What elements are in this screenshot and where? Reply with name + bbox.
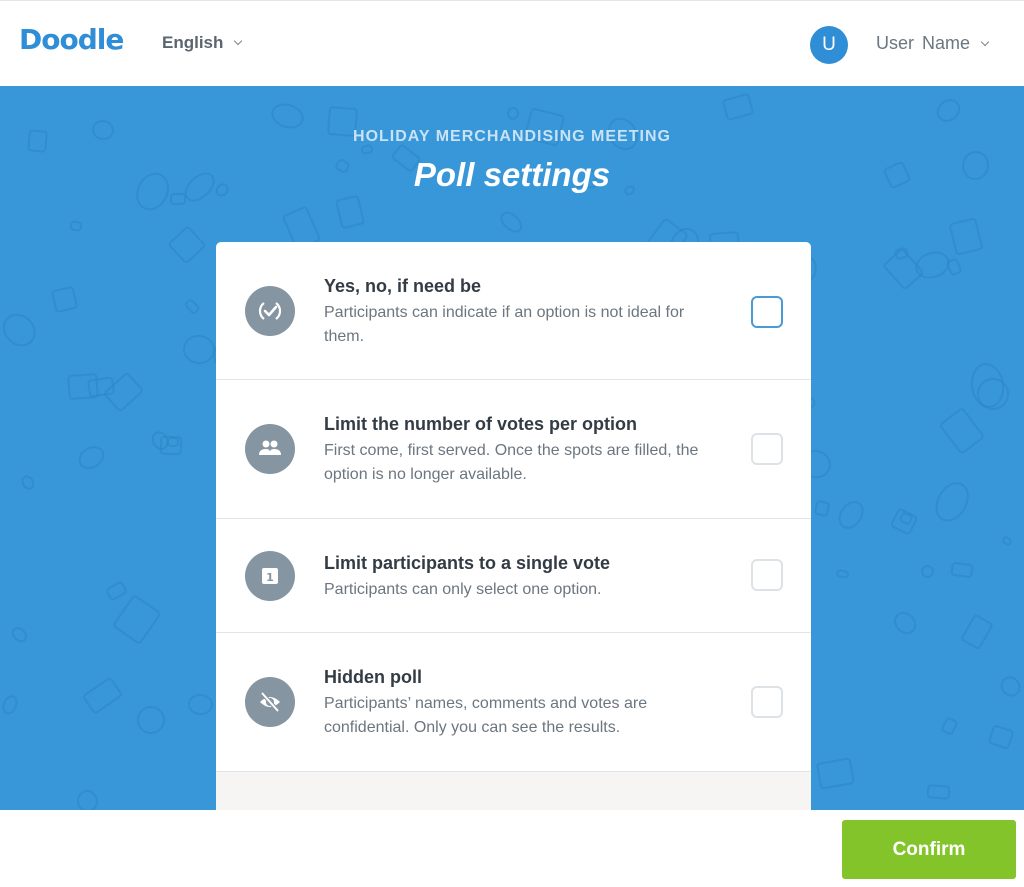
- setting-row-single-vote[interactable]: 1 Limit participants to a single vote Pa…: [216, 519, 811, 633]
- poll-name: HOLIDAY MERCHANDISING MEETING: [353, 128, 671, 145]
- user-menu[interactable]: User Name: [876, 33, 990, 54]
- doodle-shape: [940, 715, 959, 736]
- avatar[interactable]: U: [810, 26, 848, 64]
- chevron-down-icon: [980, 37, 990, 46]
- setting-description: Participants can indicate if an option i…: [324, 304, 685, 345]
- doodle-shape: [928, 475, 976, 528]
- doodle-shape: [926, 784, 951, 801]
- doodle-shape: [931, 94, 965, 127]
- language-label: English: [162, 33, 224, 52]
- single-vote-checkbox[interactable]: [751, 559, 783, 591]
- doodle-shape: [889, 507, 919, 537]
- language-selector[interactable]: English: [162, 33, 243, 53]
- check-circle-icon: [245, 286, 295, 336]
- doodle-shape: [51, 286, 79, 314]
- doodle-shape: [75, 788, 101, 810]
- doodle-shape: [112, 594, 162, 646]
- doodle-shape: [135, 704, 167, 736]
- doodle-shape: [0, 693, 21, 718]
- settings-card: Yes, no, if need be Participants can ind…: [216, 242, 811, 810]
- setting-row-hidden-poll[interactable]: Hidden poll Participants’ names, comment…: [216, 633, 811, 772]
- doodle-shape: [996, 671, 1024, 701]
- hero-background: HOLIDAY MERCHANDISING MEETING Poll setti…: [0, 86, 1024, 810]
- setting-row-limit-votes[interactable]: Limit the number of votes per option Fir…: [216, 380, 811, 519]
- doodle-shape: [335, 194, 366, 230]
- confirm-button[interactable]: Confirm: [842, 820, 1016, 879]
- doodle-shape: [183, 297, 202, 316]
- doodle-shape: [8, 624, 31, 647]
- page-title: Poll settings: [413, 156, 611, 193]
- doodle-shape: [105, 579, 129, 602]
- doodle-shape: [832, 496, 869, 535]
- doodle-shape: [949, 561, 974, 579]
- setting-title: Yes, no, if need be: [324, 276, 482, 296]
- doodle-shape: [181, 333, 216, 367]
- setting-description: Participants can only select one option.: [324, 581, 602, 598]
- if-need-be-checkbox[interactable]: [751, 296, 783, 328]
- setting-title: Limit participants to a single vote: [324, 553, 611, 573]
- people-icon: [245, 424, 295, 474]
- setting-description: Participants’ names, comments and votes …: [324, 695, 648, 736]
- doodle-shape: [81, 675, 124, 716]
- setting-row-if-need-be[interactable]: Yes, no, if need be Participants can ind…: [216, 242, 811, 380]
- doodle-shape: [948, 216, 983, 256]
- doodle-shape: [815, 756, 856, 791]
- doodle-shape: [889, 607, 922, 639]
- limit-votes-checkbox[interactable]: [751, 433, 783, 465]
- doodle-shape: [186, 693, 213, 716]
- eye-off-icon: [245, 677, 295, 727]
- bottom-bar: Confirm: [0, 810, 1024, 887]
- user-name: User Name: [876, 33, 971, 53]
- doodle-shape: [0, 306, 42, 353]
- doodle-shape: [1000, 534, 1014, 548]
- setting-title: Limit the number of votes per option: [324, 414, 638, 434]
- doodle-shape: [813, 499, 831, 518]
- doodle-shape: [18, 472, 37, 493]
- doodle-logo[interactable]: Doodle: [19, 23, 124, 56]
- doodle-shape: [721, 92, 755, 122]
- doodle-shape: [938, 406, 985, 455]
- doodle-shape: [959, 613, 994, 651]
- doodle-shape: [74, 441, 110, 474]
- svg-text:1: 1: [266, 571, 274, 584]
- doodle-shape: [496, 207, 526, 236]
- premium-strip: [216, 772, 811, 810]
- chevron-down-icon: [234, 36, 243, 46]
- setting-title: Hidden poll: [324, 667, 422, 687]
- top-bar: Doodle English U User Name: [0, 0, 1024, 86]
- setting-description: First come, first served. Once the spots…: [324, 442, 699, 483]
- doodle-shape: [67, 372, 99, 400]
- doodle-shape: [987, 724, 1015, 751]
- hidden-poll-checkbox[interactable]: [751, 686, 783, 718]
- doodle-shape: [504, 105, 521, 122]
- doodle-shape: [69, 220, 83, 233]
- doodle-shape: [918, 563, 936, 580]
- doodle-shape: [835, 569, 851, 580]
- doodle-shape: [166, 225, 207, 265]
- number-one-icon: 1: [245, 551, 295, 601]
